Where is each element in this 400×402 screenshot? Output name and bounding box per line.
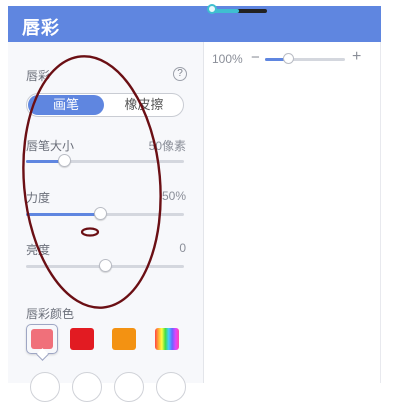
zoom-value: 100%	[212, 52, 243, 66]
canvas-area	[204, 42, 381, 383]
partial-option-4[interactable]	[156, 372, 186, 402]
zoom-slider[interactable]	[265, 53, 345, 65]
zoom-in-button[interactable]: +	[352, 48, 361, 66]
brightness-slider[interactable]	[26, 259, 184, 273]
brush-tab[interactable]: 画笔	[28, 95, 104, 115]
panel-header: 唇彩	[8, 6, 381, 42]
strength-label: 力度	[26, 191, 51, 205]
partial-option-3[interactable]	[114, 372, 144, 402]
swatch-rainbow[interactable]	[151, 324, 183, 354]
top-slider[interactable]	[207, 4, 267, 16]
right-divider	[380, 42, 381, 383]
swatch-pink[interactable]	[26, 324, 58, 361]
eraser-tab[interactable]: 橡皮擦	[107, 95, 181, 115]
tool-toggle: 画笔 橡皮擦	[26, 93, 184, 117]
partial-option-2[interactable]	[72, 372, 102, 402]
swatch-red[interactable]	[66, 324, 98, 354]
brightness-slider-knob[interactable]	[99, 259, 112, 272]
swatch-orange[interactable]	[108, 324, 140, 354]
panel-title: 唇彩	[22, 18, 60, 38]
size-slider-knob[interactable]	[58, 154, 71, 167]
size-value: 50像素	[148, 139, 186, 153]
strength-slider-fill	[26, 213, 100, 216]
question-circle-icon[interactable]: ?	[173, 67, 187, 81]
zoom-out-button[interactable]: −	[251, 49, 260, 66]
strength-value: 50%	[161, 189, 186, 203]
size-slider[interactable]	[26, 154, 184, 168]
brightness-value: 0	[179, 241, 186, 255]
section-title: 唇彩	[26, 69, 51, 83]
strength-slider-knob[interactable]	[94, 207, 107, 220]
zoom-slider-knob[interactable]	[283, 53, 294, 64]
partial-option-1[interactable]	[30, 372, 60, 402]
color-section-label: 唇彩颜色	[26, 307, 75, 321]
brightness-label: 亮度	[26, 243, 51, 257]
size-label: 唇笔大小	[26, 139, 75, 153]
top-slider-knob[interactable]	[207, 4, 217, 14]
strength-slider[interactable]	[26, 207, 184, 221]
